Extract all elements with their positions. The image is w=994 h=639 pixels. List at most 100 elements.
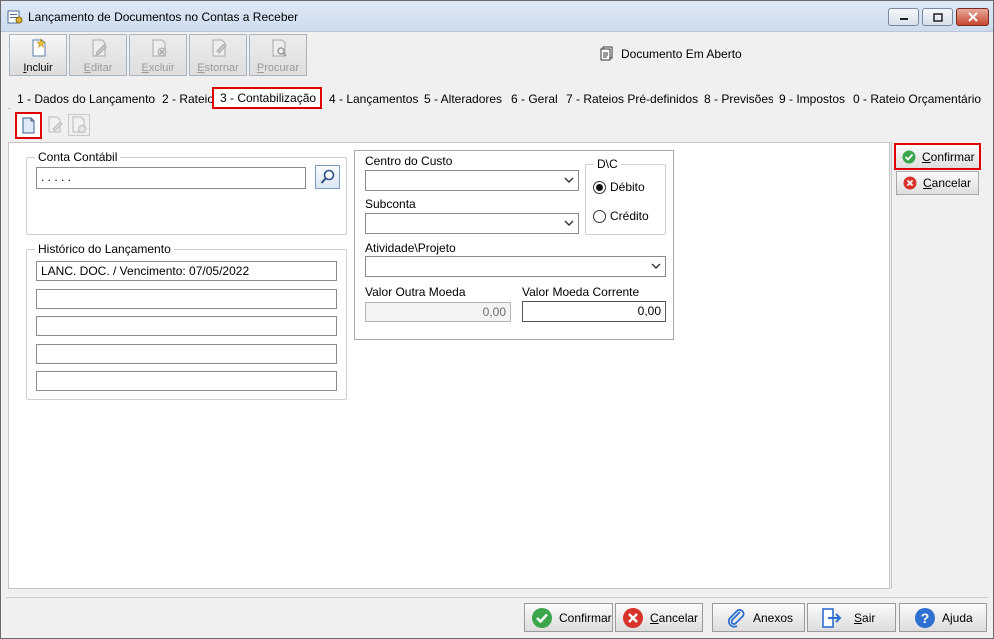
title-bar: Lançamento de Documentos no Contas a Rec… (1, 1, 993, 32)
centro-custo-label: Centro do Custo (365, 154, 453, 168)
cancel-circle-icon (623, 607, 643, 628)
debito-label: Débito (610, 180, 645, 194)
confirmar-button[interactable]: Confirmar (524, 603, 613, 632)
entry-toolbar (15, 112, 95, 140)
bottom-action-bar: Confirmar Cancelar Anexos Sair ? Ajuda (6, 597, 988, 635)
conta-contabil-input[interactable]: . . . . . (36, 167, 306, 189)
credito-label: Crédito (610, 209, 649, 223)
ajuda-label: Ajuda (942, 610, 973, 625)
atividade-projeto-select[interactable] (365, 256, 666, 277)
atividade-projeto-label: Atividade\Projeto (365, 241, 456, 255)
side-cancel-label: ancelar (931, 176, 972, 190)
procurar-button[interactable]: Procurar (249, 34, 307, 76)
edit-entry-button[interactable] (44, 114, 66, 136)
side-confirm-button[interactable]: Confirmar (894, 143, 981, 170)
historico-line-2[interactable] (36, 289, 337, 309)
close-button[interactable] (956, 8, 989, 26)
conta-contabil-label: Conta Contábil (38, 150, 118, 164)
radio-unselected-icon (593, 209, 606, 223)
valor-outra-moeda-label: Valor Outra Moeda (365, 285, 466, 299)
app-icon (7, 10, 23, 24)
exit-door-icon (822, 607, 842, 628)
tab-alteradores[interactable]: 5 - Alteradores (418, 89, 510, 109)
editar-button[interactable]: Editar (69, 34, 127, 76)
edit-document-icon (92, 39, 107, 57)
maximize-button[interactable] (922, 8, 953, 26)
tab-rateios-predefinidos[interactable]: 7 - Rateios Pré-definidos (560, 89, 706, 109)
help-icon: ? (915, 607, 935, 628)
tab-rateio-orcamentario[interactable]: 0 - Rateio Orçamentário (847, 89, 988, 109)
radio-selected-icon (593, 180, 606, 194)
conta-contabil-value: . . . . . (41, 170, 72, 184)
window-title: Lançamento de Documentos no Contas a Rec… (28, 10, 299, 24)
reverse-document-icon (212, 39, 227, 57)
valor-moeda-corrente-input[interactable]: 0,00 (522, 301, 666, 322)
dc-group: D\C (585, 157, 666, 235)
side-action-panel: Confirmar Cancelar (891, 142, 988, 589)
maximize-icon (932, 12, 943, 22)
tab-geral[interactable]: 6 - Geral (505, 89, 565, 109)
edit-entry-icon (48, 116, 63, 133)
documents-icon (600, 46, 613, 61)
editar-label: ditar (90, 62, 113, 74)
valor-outra-moeda-input[interactable]: 0,00 (365, 302, 511, 322)
credito-radio[interactable]: Crédito (593, 209, 649, 223)
paperclip-icon (727, 608, 745, 628)
tab-strip: 1 - Dados do Lançamento 2 - Rateio 3 - C… (8, 87, 988, 109)
close-icon (967, 12, 978, 22)
delete-document-icon (152, 39, 167, 57)
search-document-icon (272, 39, 287, 57)
tab-previsoes[interactable]: 8 - Previsões (698, 89, 782, 109)
editar-label-accel: E (83, 62, 91, 74)
document-status-text: Documento Em Aberto (621, 47, 742, 61)
estornar-label: stornar (204, 62, 239, 74)
cancelar-button[interactable]: Cancelar (615, 603, 703, 632)
new-document-icon (32, 38, 46, 57)
cancelar-accel: C (650, 610, 659, 625)
incluir-button[interactable]: Incluir (9, 34, 67, 76)
search-icon (320, 169, 334, 184)
side-cancel-button[interactable]: Cancelar (896, 171, 979, 195)
new-entry-button[interactable] (15, 112, 42, 139)
centro-custo-select[interactable] (365, 170, 579, 191)
side-cancel-accel: C (923, 176, 932, 190)
historico-line-3[interactable] (36, 316, 337, 336)
document-status: Documento Em Aberto (599, 46, 742, 62)
tab-contabilizacao[interactable]: 3 - Contabilização (212, 87, 322, 109)
ajuda-button[interactable]: ? Ajuda (899, 603, 987, 632)
chevron-down-icon (564, 177, 574, 183)
tab-dados-lancamento[interactable]: 1 - Dados do Lançamento (11, 89, 163, 109)
cancelar-label: ancelar (658, 610, 699, 625)
minimize-icon (899, 18, 908, 20)
historico-line-5[interactable] (36, 371, 337, 391)
subconta-label: Subconta (365, 197, 416, 211)
main-window: Lançamento de Documentos no Contas a Rec… (0, 0, 994, 639)
tab-lancamentos[interactable]: 4 - Lançamentos (323, 89, 426, 109)
sair-label: air (862, 610, 876, 625)
side-confirm-accel: C (922, 149, 931, 164)
new-entry-icon (22, 117, 35, 134)
tab-impostos[interactable]: 9 - Impostos (773, 89, 853, 109)
contabilizacao-panel: Conta Contábil . . . . . Histórico do La… (8, 142, 890, 589)
historico-line-1[interactable]: LANC. DOC. / Vencimento: 07/05/2022 (36, 261, 337, 281)
minimize-button[interactable] (888, 8, 919, 26)
anexos-button[interactable]: Anexos (712, 603, 805, 632)
incluir-label: ncluir (26, 62, 53, 74)
historico-line-4[interactable] (36, 344, 337, 364)
excluir-button[interactable]: Excluir (129, 34, 187, 76)
subconta-select[interactable] (365, 213, 579, 234)
excluir-label-accel: E (141, 62, 149, 74)
delete-entry-button[interactable] (68, 114, 90, 136)
check-circle-icon (902, 150, 916, 163)
dc-label: D\C (597, 157, 618, 171)
cancel-circle-icon (903, 176, 917, 190)
sair-button[interactable]: Sair (807, 603, 896, 632)
conta-contabil-search-button[interactable] (315, 165, 340, 189)
debito-radio[interactable]: Débito (593, 180, 645, 194)
valor-moeda-corrente-label: Valor Moeda Corrente (522, 285, 640, 299)
chevron-down-icon (564, 220, 574, 226)
conta-contabil-group: Conta Contábil (26, 150, 347, 235)
estornar-button[interactable]: Estornar (189, 34, 247, 76)
sair-accel: S (854, 610, 863, 625)
estornar-label-accel: E (197, 62, 205, 74)
